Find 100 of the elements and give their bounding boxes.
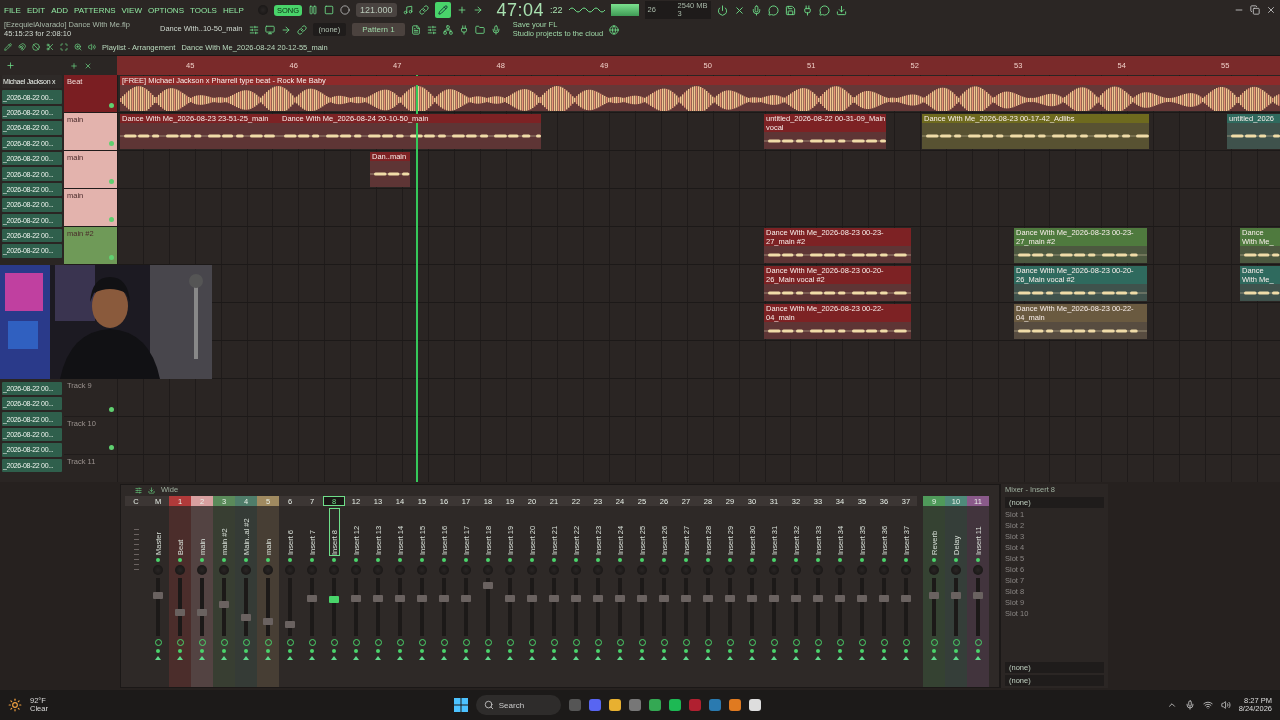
pattern-selector[interactable]: Pattern 1 <box>352 23 405 37</box>
led-icon[interactable] <box>750 649 754 653</box>
app-icon[interactable] <box>648 699 661 711</box>
menu-item[interactable]: FILE <box>4 5 21 15</box>
folder-icon[interactable] <box>474 24 485 35</box>
led-icon[interactable] <box>904 558 908 562</box>
mixer-icon[interactable] <box>135 487 142 494</box>
track-enable-icon[interactable] <box>109 217 114 222</box>
chevron-icon[interactable] <box>1166 700 1177 710</box>
mute-icon[interactable] <box>32 43 40 52</box>
led-icon[interactable] <box>750 558 754 562</box>
record-icon[interactable] <box>339 5 350 15</box>
led-icon[interactable] <box>244 558 248 562</box>
menu-item[interactable]: VIEW <box>121 5 142 15</box>
led-icon[interactable] <box>932 649 936 653</box>
link-icon[interactable] <box>296 24 307 35</box>
app-icon[interactable] <box>748 699 761 711</box>
led-icon[interactable] <box>816 558 820 562</box>
app-icon[interactable] <box>728 699 741 711</box>
arrow-icon[interactable] <box>617 656 623 660</box>
led-icon[interactable] <box>954 558 958 562</box>
led-icon[interactable] <box>794 649 798 653</box>
led-icon[interactable] <box>882 558 886 562</box>
led-icon[interactable] <box>442 558 446 562</box>
arrow-icon[interactable] <box>529 656 535 660</box>
add-icon[interactable] <box>6 61 15 70</box>
arrow-icon[interactable] <box>309 656 315 660</box>
arrow-icon[interactable] <box>975 656 981 660</box>
track-enable-icon[interactable] <box>109 141 114 146</box>
menu-item[interactable]: EDIT <box>26 5 46 15</box>
led-icon[interactable] <box>530 649 534 653</box>
led-icon[interactable] <box>552 649 556 653</box>
arrow-icon[interactable] <box>353 656 359 660</box>
led-icon[interactable] <box>976 649 980 653</box>
menu-item[interactable]: PATTERNS <box>74 5 116 15</box>
add-icon[interactable] <box>70 61 78 70</box>
led-icon[interactable] <box>332 649 336 653</box>
led-icon[interactable] <box>954 649 958 653</box>
led-icon[interactable] <box>376 649 380 653</box>
track-enable-icon[interactable] <box>109 445 114 450</box>
file-icon[interactable] <box>410 24 421 35</box>
menu-item[interactable]: ADD <box>51 5 69 15</box>
mixer-icon[interactable] <box>426 24 437 35</box>
plug-icon[interactable] <box>801 4 813 16</box>
menu-item[interactable]: TOOLS <box>190 5 217 15</box>
led-icon[interactable] <box>596 649 600 653</box>
led-icon[interactable] <box>684 649 688 653</box>
globe-icon[interactable] <box>609 24 620 35</box>
arrow-icon[interactable] <box>683 656 689 660</box>
led-icon[interactable] <box>552 558 556 562</box>
led-icon[interactable] <box>618 649 622 653</box>
tempo-display[interactable]: 121.000 <box>355 3 397 17</box>
wifi-icon[interactable] <box>1202 700 1213 710</box>
pan-knob[interactable] <box>197 565 207 575</box>
led-icon[interactable] <box>376 558 380 562</box>
chat-icon[interactable] <box>767 4 779 16</box>
arrow-icon[interactable] <box>221 656 227 660</box>
arrow-icon[interactable] <box>705 656 711 660</box>
close-icon[interactable] <box>1266 5 1276 15</box>
arrow-icon[interactable] <box>661 656 667 660</box>
arrow-icon[interactable] <box>727 656 733 660</box>
led-icon[interactable] <box>904 649 908 653</box>
arrow-icon[interactable] <box>881 656 887 660</box>
arrow-icon[interactable] <box>793 656 799 660</box>
led-icon[interactable] <box>288 649 292 653</box>
arrow-icon[interactable] <box>595 656 601 660</box>
speech-icon[interactable] <box>818 4 830 16</box>
led-icon[interactable] <box>640 649 644 653</box>
led-icon[interactable] <box>706 558 710 562</box>
led-icon[interactable] <box>728 558 732 562</box>
plugin-icon[interactable] <box>458 24 469 35</box>
led-icon[interactable] <box>200 649 204 653</box>
led-icon[interactable] <box>684 558 688 562</box>
track-enable-icon[interactable] <box>109 255 114 260</box>
led-icon[interactable] <box>464 558 468 562</box>
speaker-icon[interactable] <box>88 43 96 52</box>
led-icon[interactable] <box>860 649 864 653</box>
led-icon[interactable] <box>882 649 886 653</box>
led-icon[interactable] <box>156 558 160 562</box>
arrow-icon[interactable] <box>485 656 491 660</box>
led-icon[interactable] <box>354 558 358 562</box>
arrow-icon[interactable] <box>397 656 403 660</box>
led-icon[interactable] <box>508 558 512 562</box>
arrow-icon[interactable] <box>573 656 579 660</box>
track-enable-icon[interactable] <box>109 103 114 108</box>
led-icon[interactable] <box>662 649 666 653</box>
arrow-icon[interactable] <box>287 656 293 660</box>
led-icon[interactable] <box>464 649 468 653</box>
magnet-icon[interactable] <box>18 43 26 52</box>
arrow-icon[interactable] <box>375 656 381 660</box>
led-icon[interactable] <box>860 558 864 562</box>
led-icon[interactable] <box>772 558 776 562</box>
led-icon[interactable] <box>728 649 732 653</box>
download-icon[interactable] <box>148 487 155 494</box>
arrow-icon[interactable] <box>199 656 205 660</box>
arrow-icon[interactable] <box>243 656 249 660</box>
arrow-icon[interactable] <box>419 656 425 660</box>
app-icon[interactable] <box>668 699 681 711</box>
save-icon[interactable] <box>784 4 796 16</box>
arrow-icon[interactable] <box>837 656 843 660</box>
